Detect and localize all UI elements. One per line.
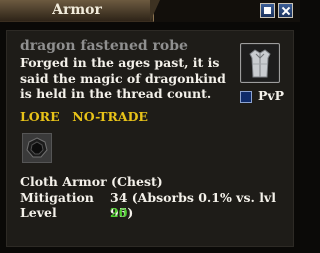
armor-type: Cloth Armor (Chest) (20, 174, 163, 189)
pvp-label: PvP (258, 88, 285, 103)
pvp-checkbox[interactable] (240, 91, 252, 103)
adornment-slot-icon[interactable] (22, 133, 52, 163)
mitigation-row: Mitigation 34 (Absorbs 0.1% vs. lvl 95) (20, 189, 288, 221)
robe-graphic (242, 45, 278, 81)
title-bar[interactable]: Armor (0, 0, 300, 22)
level-value: 20 (110, 205, 128, 220)
level-value-group: 20 (110, 205, 127, 221)
level-row: Level 20 (20, 205, 288, 221)
item-description: Forged in the ages past, it is said the … (20, 55, 226, 101)
mitigation-value: 34 (110, 189, 128, 205)
robe-icon[interactable] (240, 43, 280, 83)
minimize-icon[interactable] (260, 3, 275, 18)
close-icon[interactable] (278, 3, 293, 18)
adornment-slot-graphic (26, 137, 48, 158)
level-label: Level (20, 205, 57, 220)
item-stats: Cloth Armor (Chest) Mitigation 34 (Absor… (20, 174, 288, 221)
window-title: Armor (52, 2, 102, 18)
examine-window: Armor dragon fastened robe Forged in the… (0, 0, 300, 253)
item-name: dragon fastened robe (20, 38, 188, 54)
mitigation-label: Mitigation (20, 189, 94, 205)
item-flags: LORE NO-TRADE (20, 109, 148, 124)
